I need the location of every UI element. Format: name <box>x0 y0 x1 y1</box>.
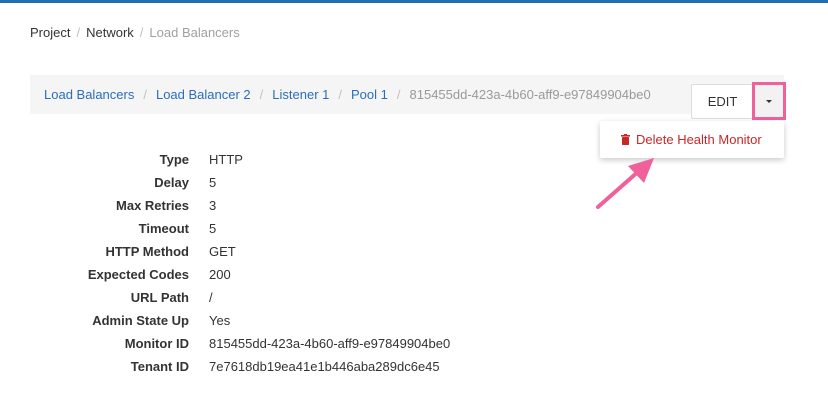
detail-label: Timeout <box>138 221 189 236</box>
detail-label: Expected Codes <box>87 267 189 282</box>
detail-value: 3 <box>209 198 217 213</box>
detail-label: Tenant ID <box>130 359 189 374</box>
detail-value: Yes <box>209 313 231 328</box>
breadcrumb-project[interactable]: Project <box>30 25 70 41</box>
crumb-listener-1[interactable]: Listener 1 <box>272 87 329 103</box>
detail-label: Max Retries <box>116 198 189 213</box>
detail-row-url-path: URL Path / <box>0 288 600 311</box>
top-accent-bar <box>0 0 828 3</box>
detail-label: Monitor ID <box>124 336 189 351</box>
detail-label: Delay <box>154 175 189 190</box>
detail-value: GET <box>209 244 236 259</box>
detail-value: 200 <box>209 267 231 282</box>
edit-button[interactable]: EDIT <box>691 84 753 119</box>
detail-value: / <box>209 290 213 305</box>
detail-row-delay: Delay 5 <box>0 173 600 196</box>
crumb-separator: / <box>338 87 342 102</box>
breadcrumb-separator: / <box>76 25 81 40</box>
detail-label: HTTP Method <box>105 244 189 259</box>
breadcrumb-load-balancers: Load Balancers <box>149 25 240 40</box>
detail-row-max-retries: Max Retries 3 <box>0 196 600 219</box>
breadcrumb-separator: / <box>139 25 144 40</box>
detail-label: Type <box>159 152 189 167</box>
detail-value: 7e7618db19ea41e1b446aba289dc6e45 <box>209 359 440 374</box>
crumb-pool-1[interactable]: Pool 1 <box>351 87 388 103</box>
detail-row-monitor-id: Monitor ID 815455dd-423a-4b60-aff9-e9784… <box>0 334 600 357</box>
crumb-separator: / <box>259 87 264 102</box>
caret-down-icon <box>766 99 772 103</box>
breadcrumb-network[interactable]: Network <box>86 25 134 41</box>
detail-breadcrumb: Load Balancers / Load Balancer 2 / Liste… <box>44 87 651 103</box>
detail-row-http-method: HTTP Method GET <box>0 242 600 265</box>
detail-value: 5 <box>209 221 217 236</box>
crumb-current-monitor: 815455dd-423a-4b60-aff9-e97849904be0 <box>409 87 651 102</box>
detail-row-timeout: Timeout 5 <box>0 219 600 242</box>
crumb-load-balancers[interactable]: Load Balancers <box>44 87 134 103</box>
detail-label: URL Path <box>130 290 189 305</box>
detail-row-expected-codes: Expected Codes 200 <box>0 265 600 288</box>
crumb-separator: / <box>143 87 147 102</box>
detail-row-admin-state-up: Admin State Up Yes <box>0 311 600 334</box>
trash-icon <box>621 134 630 145</box>
detail-row-tenant-id: Tenant ID 7e7618db19ea41e1b446aba289dc6e… <box>0 357 600 380</box>
crumb-separator: / <box>396 87 401 102</box>
detail-row-type: Type HTTP <box>0 150 600 173</box>
detail-value: HTTP <box>209 152 243 167</box>
actions-dropdown-toggle[interactable] <box>752 82 786 120</box>
detail-label: Admin State Up <box>92 313 189 328</box>
delete-health-monitor-label: Delete Health Monitor <box>636 132 762 147</box>
arrow-annotation <box>596 158 654 209</box>
detail-breadcrumb-bar: Load Balancers / Load Balancer 2 / Liste… <box>30 75 784 114</box>
detail-value: 5 <box>209 175 217 190</box>
health-monitor-details: Type HTTP Delay 5 Max Retries 3 Timeout … <box>0 150 600 380</box>
detail-value: 815455dd-423a-4b60-aff9-e97849904be0 <box>209 336 451 351</box>
page-breadcrumb: Project / Network / Load Balancers <box>30 25 240 41</box>
crumb-load-balancer-2[interactable]: Load Balancer 2 <box>156 87 251 103</box>
